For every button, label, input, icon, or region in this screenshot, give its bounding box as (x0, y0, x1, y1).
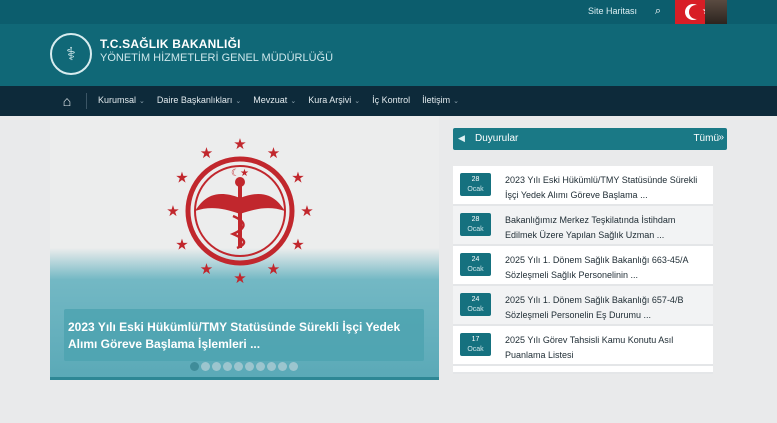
date-badge: 24 Ocak (460, 253, 491, 276)
all-announcements-link[interactable]: Tümü (693, 133, 719, 144)
date-day: 24 (471, 256, 480, 263)
svg-text:★: ★ (200, 261, 213, 278)
announcement-title[interactable]: Bakanlığımız Merkez Teşkilatında İstihda… (505, 213, 705, 243)
date-day: 24 (471, 296, 480, 303)
announcement-title[interactable]: 2025 Yılı 1. Dönem Sağlık Bakanlığı 663-… (505, 253, 705, 283)
nav-item[interactable]: İç Kontrol (372, 95, 410, 105)
slider-dot[interactable] (212, 362, 221, 371)
svg-text:★: ★ (200, 145, 213, 162)
nav-item[interactable]: Mevzuat ⌄ (253, 95, 296, 105)
svg-text:★: ★ (175, 237, 188, 254)
date-month: Ocak (467, 346, 484, 353)
slider-dot[interactable] (256, 362, 265, 371)
news-slider[interactable]: ★ ★ ★ ★ ★ ★ ★ ★ ★ ★ ★ ★ ☾★ 2023 Yılı Eski Hükümlü/TM… (50, 116, 439, 380)
svg-text:☾★: ☾★ (231, 168, 249, 179)
ministry-emblem-image: ★ ★ ★ ★ ★ ★ ★ ★ ★ ★ ★ ★ ☾★ (165, 136, 315, 287)
date-day: 17 (471, 336, 480, 343)
double-chevron-right-icon[interactable]: » (718, 132, 724, 143)
date-month: Ocak (467, 186, 484, 193)
slider-dot[interactable] (289, 362, 298, 371)
nav-menu: Kurumsal ⌄ Daire Başkanlıkları ⌄ Mevzuat ⌄ Kur… (98, 95, 459, 105)
chevron-down-icon: ⌄ (354, 98, 361, 105)
top-bar: Site Haritası ⌕ ★ (0, 0, 777, 24)
main-navigation: ⌂ Kurumsal ⌄ Daire Başkanlıkları ⌄ Mevzuat ⌄ K… (0, 86, 777, 116)
svg-text:★: ★ (291, 237, 304, 254)
date-month: Ocak (467, 266, 484, 273)
date-badge: 28 Ocak (460, 173, 491, 196)
announcement-item[interactable]: 17 Ocak 2025 Yılı Görev Tahsisli Kamu Konu… (453, 326, 713, 366)
slider-dot[interactable] (223, 362, 232, 371)
nav-item[interactable]: Daire Başkanlıkları ⌄ (157, 95, 241, 105)
sitemap-link[interactable]: Site Haritası (588, 6, 637, 16)
svg-text:★: ★ (166, 203, 179, 220)
chevron-down-icon: ⌄ (290, 98, 297, 105)
svg-text:★: ★ (267, 261, 280, 278)
date-badge: 28 Ocak (460, 213, 491, 236)
slider-dot[interactable] (245, 362, 254, 371)
directorate-subtitle[interactable]: YÖNETİM HİZMETLERİ GENEL MÜDÜRLÜĞÜ (100, 52, 333, 64)
chevron-down-icon: ⌄ (453, 98, 459, 105)
nav-item-label: Kura Arşivi (308, 95, 352, 105)
search-icon[interactable]: ⌕ (651, 4, 665, 18)
svg-text:★: ★ (233, 136, 246, 153)
slider-progress-bar (50, 377, 439, 380)
ataturk-portrait-image (705, 0, 727, 24)
nav-item[interactable]: Kurumsal ⌄ (98, 95, 145, 105)
slider-caption[interactable]: 2023 Yılı Eski Hükümlü/TMY Statüsünde Sü… (68, 319, 408, 353)
svg-text:★: ★ (267, 145, 280, 162)
nav-item[interactable]: Kura Arşivi ⌄ (308, 95, 360, 105)
slider-dot[interactable] (267, 362, 276, 371)
date-month: Ocak (467, 226, 484, 233)
chevron-down-icon: ⌄ (235, 98, 242, 105)
announcement-item[interactable]: 24 Ocak 2025 Yılı 1. Dönem Sağlık Bakanlığ… (453, 286, 713, 326)
date-day: 28 (471, 216, 480, 223)
nav-item-label: İletişim (422, 95, 451, 105)
nav-item-label: Daire Başkanlıkları (156, 95, 233, 105)
announcement-item-partial[interactable] (453, 366, 713, 374)
nav-item-label: Kurumsal (98, 95, 137, 105)
nav-item[interactable]: İletişim ⌄ (422, 95, 459, 105)
announcements-title: Duyurular (475, 133, 519, 144)
nav-item-label: İç Kontrol (372, 95, 411, 105)
home-icon[interactable]: ⌂ (58, 92, 76, 110)
slider-dot[interactable] (234, 362, 243, 371)
announcement-title[interactable]: 2023 Yılı Eski Hükümlü/TMY Statüsünde Sü… (505, 173, 705, 203)
svg-text:★: ★ (175, 170, 188, 187)
ministry-title[interactable]: T.C.SAĞLIK BAKANLIĞI (100, 37, 241, 51)
slider-dot[interactable] (190, 362, 199, 371)
chevron-down-icon: ⌄ (139, 98, 145, 105)
announcement-title[interactable]: 2025 Yılı Görev Tahsisli Kamu Konutu Ası… (505, 333, 705, 363)
announcement-title[interactable]: 2025 Yılı 1. Dönem Sağlık Bakanlığı 657-… (505, 293, 705, 323)
nav-item-label: Mevzuat (253, 95, 288, 105)
slider-dot[interactable] (278, 362, 287, 371)
ministry-logo[interactable] (50, 33, 92, 75)
announcement-item[interactable]: 28 Ocak Bakanlığımız Merkez Teşkilatında İ… (453, 206, 713, 246)
date-badge: 24 Ocak (460, 293, 491, 316)
date-month: Ocak (467, 306, 484, 313)
site-header: T.C.SAĞLIK BAKANLIĞI YÖNETİM HİZMETLERİ … (0, 24, 777, 86)
nav-divider (86, 93, 87, 109)
date-day: 28 (471, 176, 480, 183)
announcement-item[interactable]: 28 Ocak 2023 Yılı Eski Hükümlü/TMY Statüsü… (453, 166, 713, 206)
slider-pagination (190, 362, 298, 371)
svg-text:★: ★ (233, 270, 246, 286)
slider-dot[interactable] (201, 362, 210, 371)
announcements-list: 28 Ocak 2023 Yılı Eski Hükümlü/TMY Statüsü… (453, 166, 713, 374)
svg-text:★: ★ (291, 170, 304, 187)
svg-text:★: ★ (300, 203, 313, 220)
megaphone-icon: ◀ (458, 133, 465, 143)
date-badge: 17 Ocak (460, 333, 491, 356)
announcement-item[interactable]: 24 Ocak 2025 Yılı 1. Dönem Sağlık Bakanlığ… (453, 246, 713, 286)
